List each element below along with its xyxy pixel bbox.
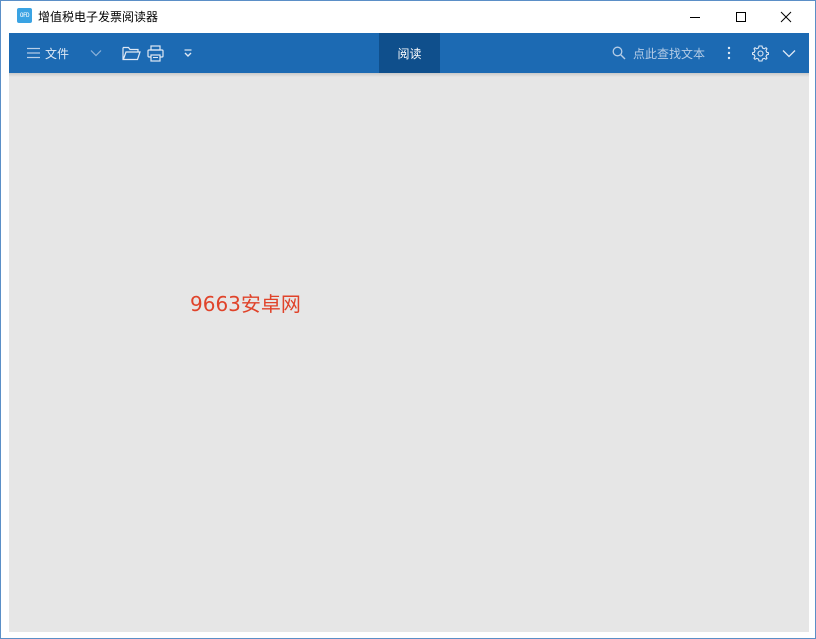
print-button[interactable]	[147, 33, 164, 73]
settings-button[interactable]	[752, 33, 769, 73]
document-view[interactable]: 9663安卓网	[9, 77, 809, 632]
printer-icon	[147, 44, 164, 62]
chevron-down-icon	[90, 50, 102, 57]
watermark-text: 9663安卓网	[190, 292, 301, 316]
close-icon	[780, 11, 792, 22]
search-box[interactable]: 点此查找文本	[612, 33, 705, 73]
file-menu-button[interactable]: 文件	[27, 33, 69, 73]
chevron-down-icon	[782, 49, 796, 57]
maximize-button[interactable]	[718, 1, 764, 32]
hamburger-icon	[27, 47, 40, 59]
close-button[interactable]	[763, 1, 809, 32]
chevron-down-icon	[184, 49, 192, 57]
quick-access-dropdown[interactable]	[183, 33, 193, 73]
collapse-ribbon-button[interactable]	[782, 33, 796, 73]
folder-open-icon	[122, 46, 141, 61]
maximize-icon	[736, 11, 746, 22]
tab-read[interactable]: 阅读	[379, 33, 440, 73]
search-icon	[612, 46, 626, 60]
minimize-icon	[690, 16, 700, 18]
title-bar[interactable]: OFD 增值税电子发票阅读器	[1, 1, 815, 32]
window-title: 增值税电子发票阅读器	[38, 10, 159, 24]
open-file-button[interactable]	[122, 33, 141, 73]
file-menu-dropdown[interactable]	[90, 33, 102, 73]
more-options-button[interactable]	[727, 33, 731, 73]
app-window: OFD 增值税电子发票阅读器 文件 阅读 点此查找文本 9663安卓网	[0, 0, 816, 639]
file-menu-label: 文件	[45, 46, 70, 61]
search-placeholder: 点此查找文本	[633, 46, 706, 61]
main-toolbar: 文件 阅读 点此查找文本	[9, 33, 809, 73]
gear-icon	[752, 44, 769, 62]
minimize-button[interactable]	[672, 1, 718, 32]
more-vertical-icon	[727, 46, 731, 60]
ofd-app-icon: OFD	[17, 8, 32, 23]
